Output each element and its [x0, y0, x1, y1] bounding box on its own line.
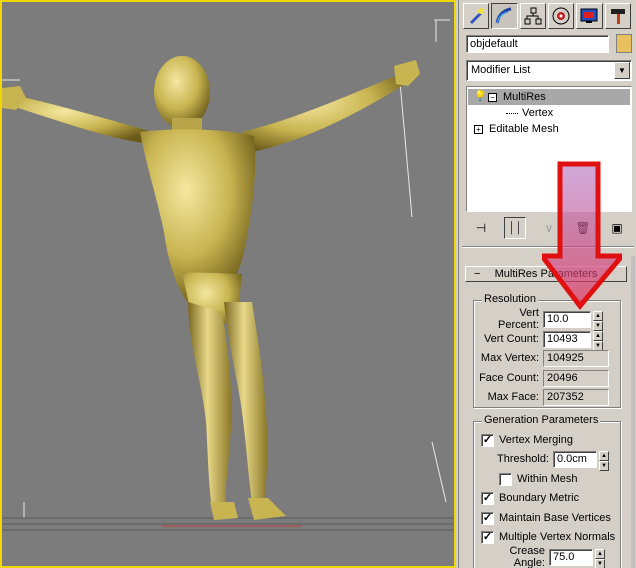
- crease-angle-label: Crease Angle:: [509, 545, 545, 568]
- threshold-input[interactable]: 0.0cm: [553, 450, 597, 468]
- vert-percent-input[interactable]: 10.0: [543, 310, 591, 328]
- stack-item-label: MultiRes: [503, 91, 546, 103]
- red-arrow-annotation: [542, 161, 622, 310]
- pin-stack-button[interactable]: ⊣: [470, 217, 492, 239]
- tab-utilities[interactable]: [604, 3, 631, 29]
- hammer-icon: [610, 9, 625, 24]
- crease-angle-row: Crease Angle: 75.0 ▲ ▼: [477, 545, 605, 568]
- tree-connector: [506, 112, 518, 114]
- hierarchy-icon: [524, 7, 542, 25]
- maintain-base-checkbox[interactable]: ✓: [481, 511, 494, 525]
- multiple-normals-checkbox[interactable]: ✓: [481, 530, 494, 544]
- threshold-label: Threshold:: [497, 453, 549, 465]
- max-face-label: Max Face:: [487, 391, 539, 403]
- group-title: Generation Parameters: [482, 414, 601, 426]
- display-icon: [580, 8, 598, 23]
- tab-display[interactable]: [576, 3, 603, 29]
- tab-motion[interactable]: [547, 3, 575, 29]
- command-panel-tabs: [463, 3, 633, 31]
- max-face-value: 207352: [543, 388, 609, 406]
- modifier-list-dropdown[interactable]: Modifier List ▼: [466, 60, 632, 81]
- vert-percent-label: Vert Percent:: [498, 307, 539, 331]
- boundary-metric-row[interactable]: ✓ Boundary Metric: [481, 490, 579, 506]
- modify-icon: [496, 7, 512, 24]
- modifier-list-label: Modifier List: [471, 64, 531, 76]
- face-count-label: Face Count:: [479, 372, 539, 384]
- tab-create[interactable]: [463, 3, 490, 29]
- stack-item-multires[interactable]: 💡 − MultiRes: [468, 89, 630, 105]
- vert-count-row: Vert Count: 10493 ▲ ▼: [477, 330, 603, 351]
- crease-angle-spinner[interactable]: ▲ ▼: [595, 548, 605, 568]
- vert-count-label: Vert Count:: [483, 333, 539, 345]
- max-vertex-label: Max Vertex:: [480, 352, 539, 364]
- viewport-scene: [2, 19, 454, 531]
- vertex-merging-label: Vertex Merging: [499, 434, 573, 446]
- dropdown-arrow-icon[interactable]: ▼: [614, 62, 630, 79]
- max-vertex-value: 104925: [543, 349, 609, 367]
- within-mesh-checkbox[interactable]: [499, 472, 512, 486]
- boundary-metric-checkbox[interactable]: ✓: [481, 491, 494, 505]
- max-vertex-row: Max Vertex: 104925: [477, 349, 609, 367]
- object-color-swatch[interactable]: [616, 34, 632, 53]
- tab-hierarchy[interactable]: [519, 3, 546, 29]
- collapse-icon[interactable]: −: [488, 92, 497, 102]
- human-figure: [2, 56, 420, 520]
- rollout-collapse-icon: −: [474, 268, 481, 280]
- perspective-viewport[interactable]: [0, 0, 456, 568]
- multiple-normals-label: Multiple Vertex Normals: [499, 531, 616, 543]
- vert-count-spinner[interactable]: ▲ ▼: [593, 330, 603, 351]
- stack-item-vertex[interactable]: Vertex: [468, 105, 630, 121]
- vert-count-input[interactable]: 10493: [543, 330, 591, 348]
- create-icon: [470, 8, 485, 24]
- vert-percent-spinner[interactable]: ▲ ▼: [593, 310, 603, 331]
- vertex-merging-row[interactable]: ✓ Vertex Merging: [481, 432, 573, 448]
- stack-item-label: Vertex: [522, 107, 554, 119]
- ground-grid: [2, 517, 454, 531]
- max-face-row: Max Face: 207352: [477, 388, 609, 406]
- stack-item-label: Editable Mesh: [489, 123, 559, 135]
- face-count-row: Face Count: 20496: [477, 369, 609, 387]
- multiple-normals-row[interactable]: ✓ Multiple Vertex Normals: [481, 529, 615, 545]
- within-mesh-row[interactable]: Within Mesh: [499, 471, 578, 487]
- maintain-base-row[interactable]: ✓ Maintain Base Vertices: [481, 510, 611, 526]
- within-mesh-label: Within Mesh: [517, 473, 578, 485]
- face-count-value: 20496: [543, 369, 609, 387]
- panel-scrollbar[interactable]: [631, 256, 635, 568]
- threshold-spinner[interactable]: ▲ ▼: [599, 450, 609, 471]
- vertex-merging-checkbox[interactable]: ✓: [481, 433, 494, 447]
- group-title: Resolution: [482, 293, 538, 305]
- vert-percent-row: Vert Percent: 10.0 ▲ ▼: [477, 307, 603, 331]
- boundary-metric-label: Boundary Metric: [499, 492, 580, 504]
- object-name-field[interactable]: objdefault: [466, 35, 609, 53]
- threshold-row: Threshold: 0.0cm ▲ ▼: [483, 450, 609, 471]
- lightbulb-icon[interactable]: 💡: [474, 91, 486, 103]
- expand-icon[interactable]: +: [474, 124, 483, 134]
- tab-modify[interactable]: [491, 3, 518, 29]
- crease-angle-input[interactable]: 75.0: [549, 548, 593, 566]
- show-end-result-button[interactable]: ⏐⏐: [504, 217, 526, 239]
- maintain-base-label: Maintain Base Vertices: [499, 512, 611, 524]
- stack-item-editable-mesh[interactable]: + Editable Mesh: [468, 121, 630, 137]
- motion-icon: [552, 7, 570, 25]
